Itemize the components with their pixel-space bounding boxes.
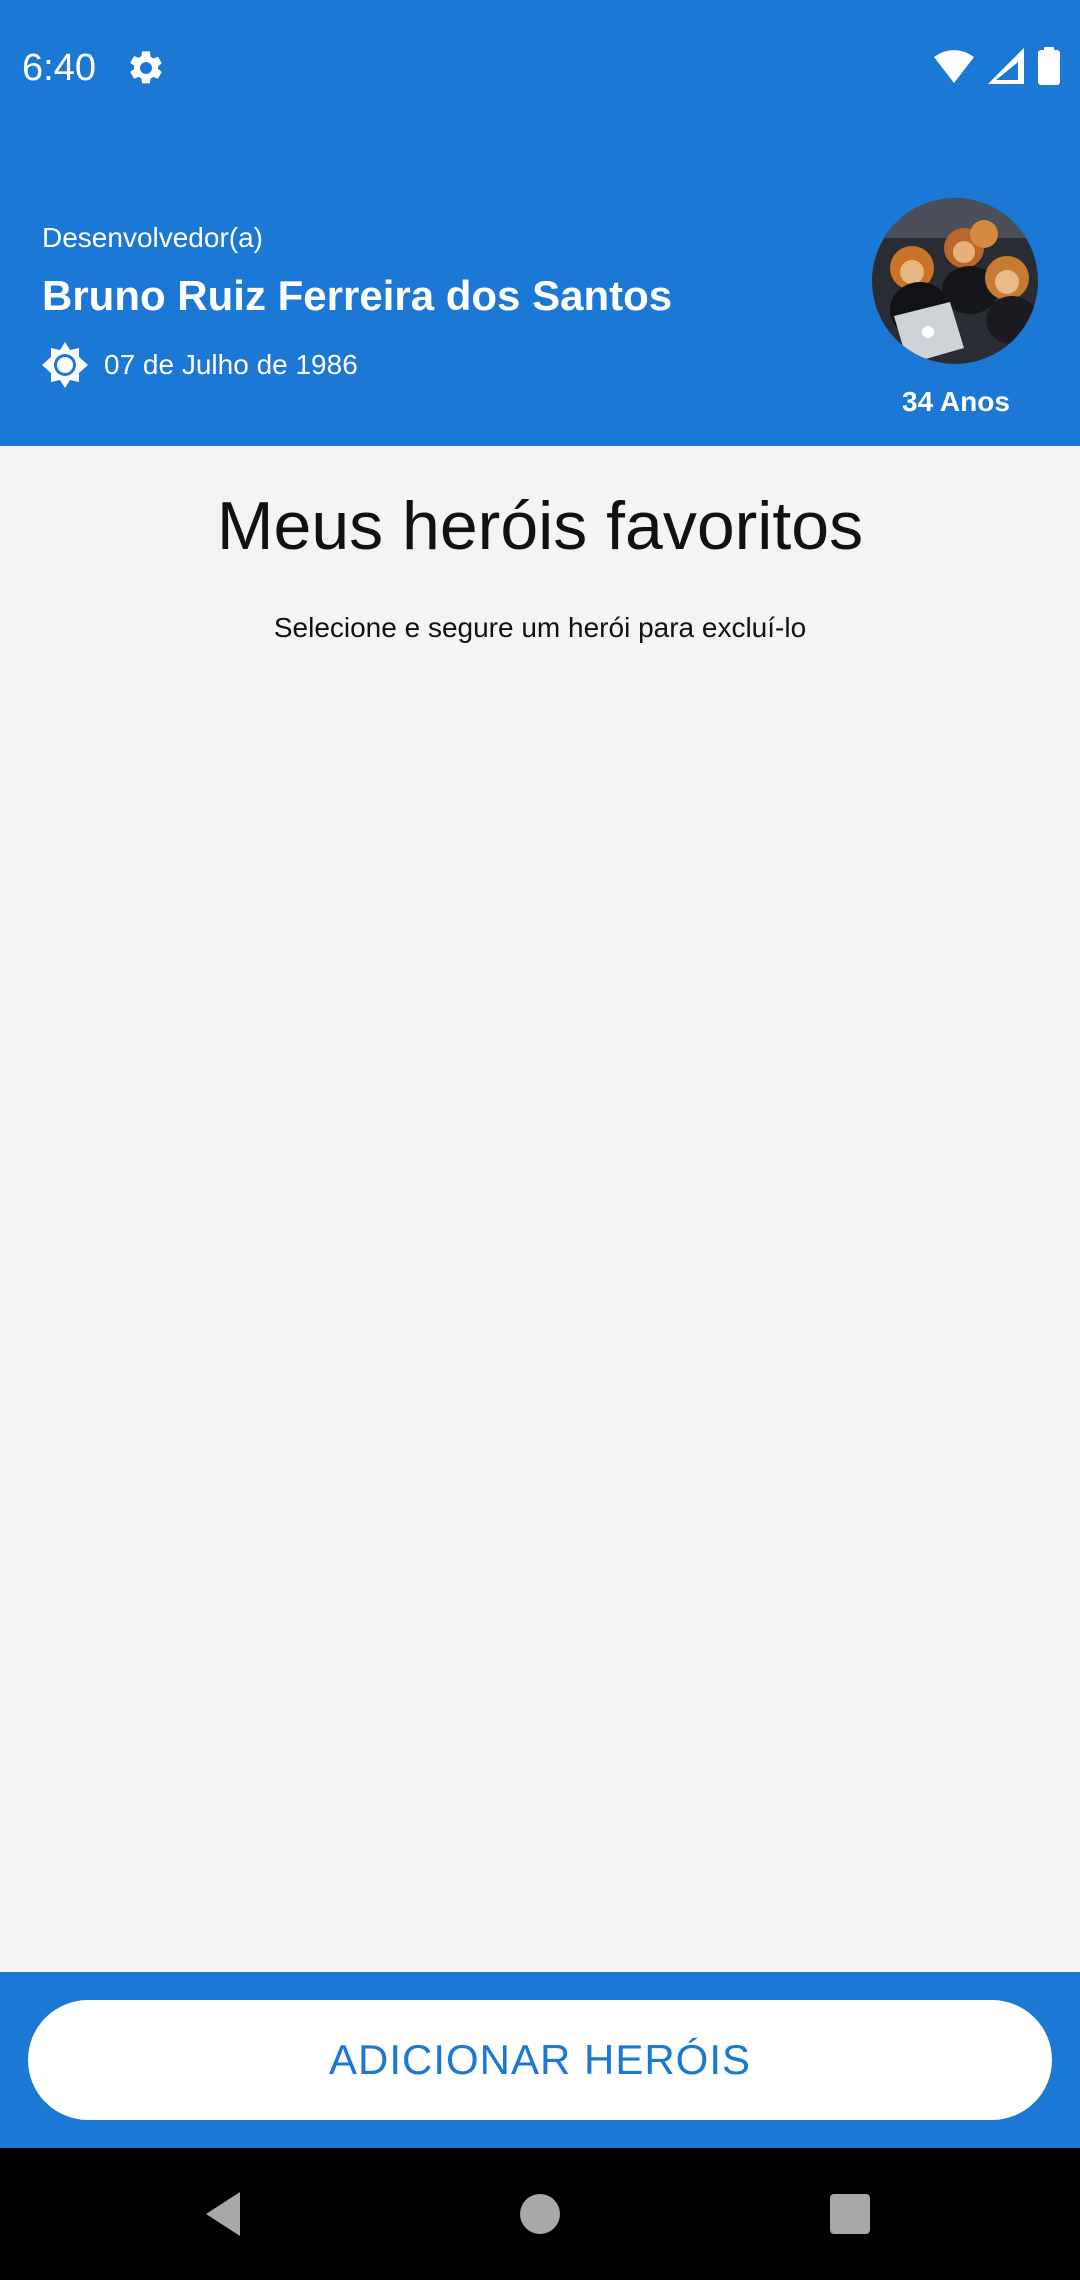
page-title: Meus heróis favoritos [216, 488, 864, 564]
signal-icon [988, 47, 1024, 89]
wifi-icon [934, 49, 974, 88]
home-icon[interactable] [520, 2194, 560, 2234]
favorites-section: Meus heróis favoritos Selecione e segure… [0, 446, 1080, 1972]
birth-date-row: 07 de Julho de 1986 [42, 340, 358, 390]
age-label: 34 Anos [902, 386, 1010, 417]
profile-header: 6:40 Desenvolvedor(a) Bruno Ruiz Ferreir… [0, 0, 1080, 446]
profile-name: Bruno Ruiz Ferreira dos Santos [42, 272, 673, 319]
recents-icon[interactable] [830, 2194, 870, 2234]
instruction-text: Selecione e segure um herói para excluí-… [273, 612, 807, 643]
sun-icon [42, 342, 88, 388]
battery-icon [1038, 46, 1060, 90]
birth-date: 07 de Julho de 1986 [104, 349, 358, 380]
avatar[interactable] [872, 198, 1038, 364]
status-indicators [934, 46, 1060, 90]
back-icon[interactable] [200, 2190, 248, 2238]
profile-role: Desenvolvedor(a) [42, 222, 263, 253]
bottom-action-bar: ADICIONAR HERÓIS [0, 1972, 1080, 2148]
system-nav-bar [0, 2148, 1080, 2280]
settings-icon [126, 48, 166, 88]
status-time: 6:40 [22, 47, 96, 89]
status-bar: 6:40 [0, 0, 1080, 135]
add-heroes-button[interactable]: ADICIONAR HERÓIS [28, 2000, 1052, 2120]
